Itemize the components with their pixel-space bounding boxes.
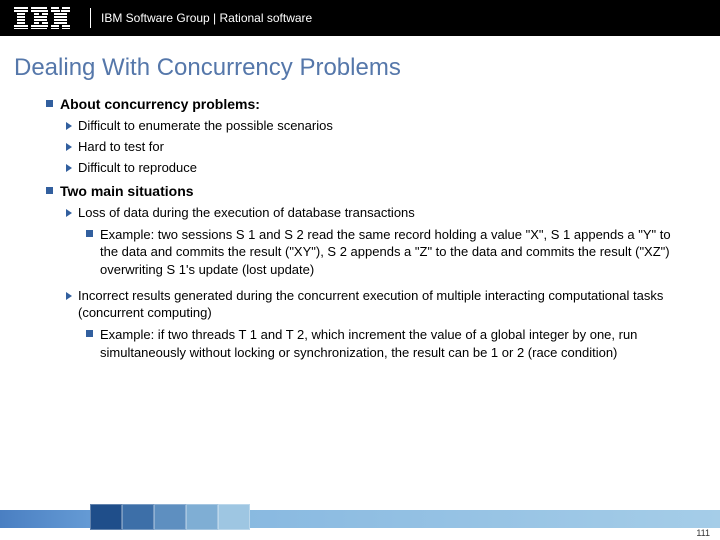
art-tile-icon [90,504,122,530]
slide-content: About concurrency problems: Difficult to… [46,96,690,361]
header-breadcrumb: IBM Software Group | Rational software [101,11,312,25]
list-item: Loss of data during the execution of dat… [66,205,690,222]
example-text: Example: if two threads T 1 and T 2, whi… [86,326,690,361]
art-tile-icon [154,504,186,530]
list-item: Incorrect results generated during the c… [66,288,690,322]
list-item: Difficult to enumerate the possible scen… [66,118,690,135]
page-number: 111 [696,528,710,538]
page-title: Dealing With Concurrency Problems [14,54,720,82]
header-bar: IBM Software Group | Rational software [0,0,720,36]
art-tile-icon [186,504,218,530]
list-item: Hard to test for [66,139,690,156]
footer: 111 [0,510,720,540]
footer-art-icons [90,504,250,530]
art-tile-icon [218,504,250,530]
section-heading: About concurrency problems: [46,96,690,112]
ibm-logo [14,7,70,29]
section-heading: Two main situations [46,183,690,199]
list-item: Difficult to reproduce [66,160,690,177]
example-text: Example: two sessions S 1 and S 2 read t… [86,226,690,279]
art-tile-icon [122,504,154,530]
header-separator [90,8,91,28]
